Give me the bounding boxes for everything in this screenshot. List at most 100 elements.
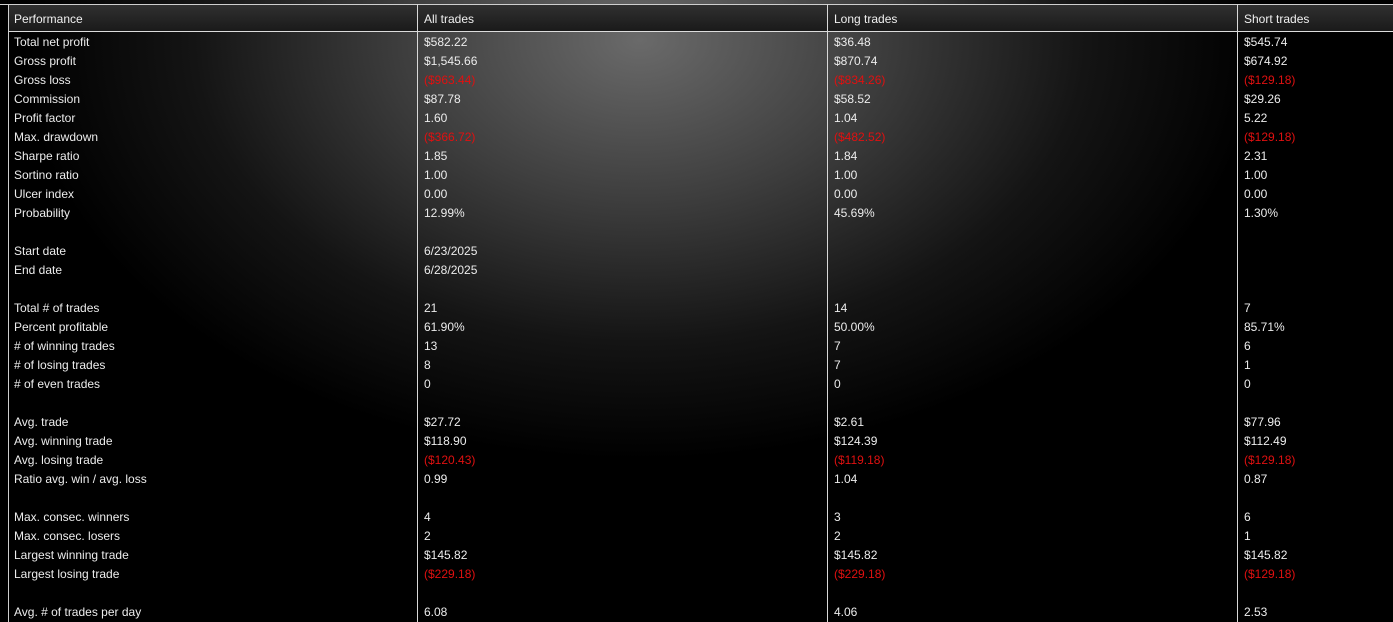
cell-short-trades: 0.00 [1244,187,1268,201]
cell-all-trades: 4 [424,510,431,524]
cell-short-trades: 0.87 [1244,472,1268,486]
cell-long-trades: 7 [834,358,841,372]
cell-long-trades: $145.82 [834,548,878,562]
cell-all-trades: 2 [424,529,431,543]
row-label: Max. consec. winners [14,510,130,524]
header-performance[interactable]: Performance [14,12,83,26]
cell-short-trades: 2.53 [1244,605,1268,619]
cell-short-trades: 6 [1244,339,1251,353]
cell-long-trades: 1.04 [834,472,858,486]
row-label: Avg. losing trade [14,453,104,467]
cell-all-trades: 1.85 [424,149,448,163]
cell-all-trades: 6/28/2025 [424,263,478,277]
cell-short-trades: $145.82 [1244,548,1288,562]
cell-short-trades: ($129.18) [1244,567,1296,581]
cell-all-trades: 1.00 [424,168,448,182]
column-divider-all[interactable] [417,4,418,622]
cell-long-trades: 0.00 [834,187,858,201]
cell-all-trades: 12.99% [424,206,465,220]
cell-all-trades: 0.99 [424,472,448,486]
header-long-trades[interactable]: Long trades [834,12,897,26]
row-label: Start date [14,244,67,258]
header-short-trades[interactable]: Short trades [1244,12,1309,26]
row-label: Ratio avg. win / avg. loss [14,472,147,486]
row-label: Avg. # of trades per day [14,605,142,619]
cell-long-trades: 2 [834,529,841,543]
cell-long-trades: 4.06 [834,605,858,619]
cell-short-trades: ($129.18) [1244,130,1296,144]
cell-short-trades: 7 [1244,301,1251,315]
row-label: Largest winning trade [14,548,129,562]
cell-long-trades: 3 [834,510,841,524]
row-label: Avg. winning trade [14,434,113,448]
cell-short-trades: 85.71% [1244,320,1285,334]
row-label: Percent profitable [14,320,109,334]
cell-short-trades: 6 [1244,510,1251,524]
row-label: # of winning trades [14,339,115,353]
row-label: Total net profit [14,35,90,49]
cell-all-trades: $145.82 [424,548,468,562]
cell-all-trades: ($366.72) [424,130,476,144]
row-label: Max. consec. losers [14,529,121,543]
cell-short-trades: $545.74 [1244,35,1288,49]
row-label: Ulcer index [14,187,75,201]
cell-long-trades: 45.69% [834,206,875,220]
cell-long-trades: $124.39 [834,434,878,448]
cell-long-trades: ($119.18) [834,453,885,467]
cell-short-trades: 1.00 [1244,168,1268,182]
left-border [8,4,9,622]
performance-grid: Performance All trades Long trades Short… [0,0,1393,622]
row-label: Total # of trades [14,301,100,315]
cell-short-trades: $29.26 [1244,92,1281,106]
cell-long-trades: 50.00% [834,320,875,334]
cell-long-trades: $2.61 [834,415,865,429]
header-all-trades[interactable]: All trades [424,12,474,26]
cell-short-trades: $77.96 [1244,415,1281,429]
row-label: Profit factor [14,111,76,125]
cell-long-trades: ($834.26) [834,73,886,87]
cell-short-trades: 1 [1244,529,1251,543]
cell-all-trades: $27.72 [424,415,461,429]
cell-all-trades: 8 [424,358,431,372]
column-divider-long[interactable] [827,4,828,622]
cell-short-trades: $674.92 [1244,54,1288,68]
cell-all-trades: 21 [424,301,438,315]
cell-short-trades: 0 [1244,377,1251,391]
cell-short-trades: 1 [1244,358,1251,372]
cell-all-trades: 13 [424,339,438,353]
cell-short-trades: $112.49 [1244,434,1287,448]
row-label: Sortino ratio [14,168,79,182]
cell-short-trades: 1.30% [1244,206,1279,220]
cell-short-trades: 5.22 [1244,111,1268,125]
cell-all-trades: $87.78 [424,92,461,106]
cell-all-trades: ($120.43) [424,453,476,467]
cell-all-trades: 0.00 [424,187,448,201]
cell-long-trades: 0 [834,377,841,391]
cell-long-trades: 1.04 [834,111,858,125]
cell-long-trades: 7 [834,339,841,353]
row-label: Commission [14,92,81,106]
cell-all-trades: $118.90 [424,434,467,448]
cell-short-trades: ($129.18) [1244,73,1296,87]
row-label: Gross profit [14,54,77,68]
cell-all-trades: $1,545.66 [424,54,478,68]
cell-all-trades: 6/23/2025 [424,244,478,258]
cell-short-trades: ($129.18) [1244,453,1296,467]
column-divider-short[interactable] [1237,4,1238,622]
row-label: End date [14,263,63,277]
cell-long-trades: $58.52 [834,92,871,106]
cell-all-trades: 0 [424,377,431,391]
cell-all-trades: ($963.44) [424,73,476,87]
cell-long-trades: $870.74 [834,54,878,68]
cell-all-trades: $582.22 [424,35,468,49]
cell-long-trades: ($482.52) [834,130,886,144]
row-label: Probability [14,206,71,220]
cell-all-trades: 6.08 [424,605,448,619]
cell-long-trades: 1.84 [834,149,858,163]
row-label: Largest losing trade [14,567,120,581]
cell-all-trades: 1.60 [424,111,448,125]
cell-long-trades: ($229.18) [834,567,886,581]
row-label: # of even trades [14,377,101,391]
row-label: Max. drawdown [14,130,99,144]
cell-short-trades: 2.31 [1244,149,1268,163]
